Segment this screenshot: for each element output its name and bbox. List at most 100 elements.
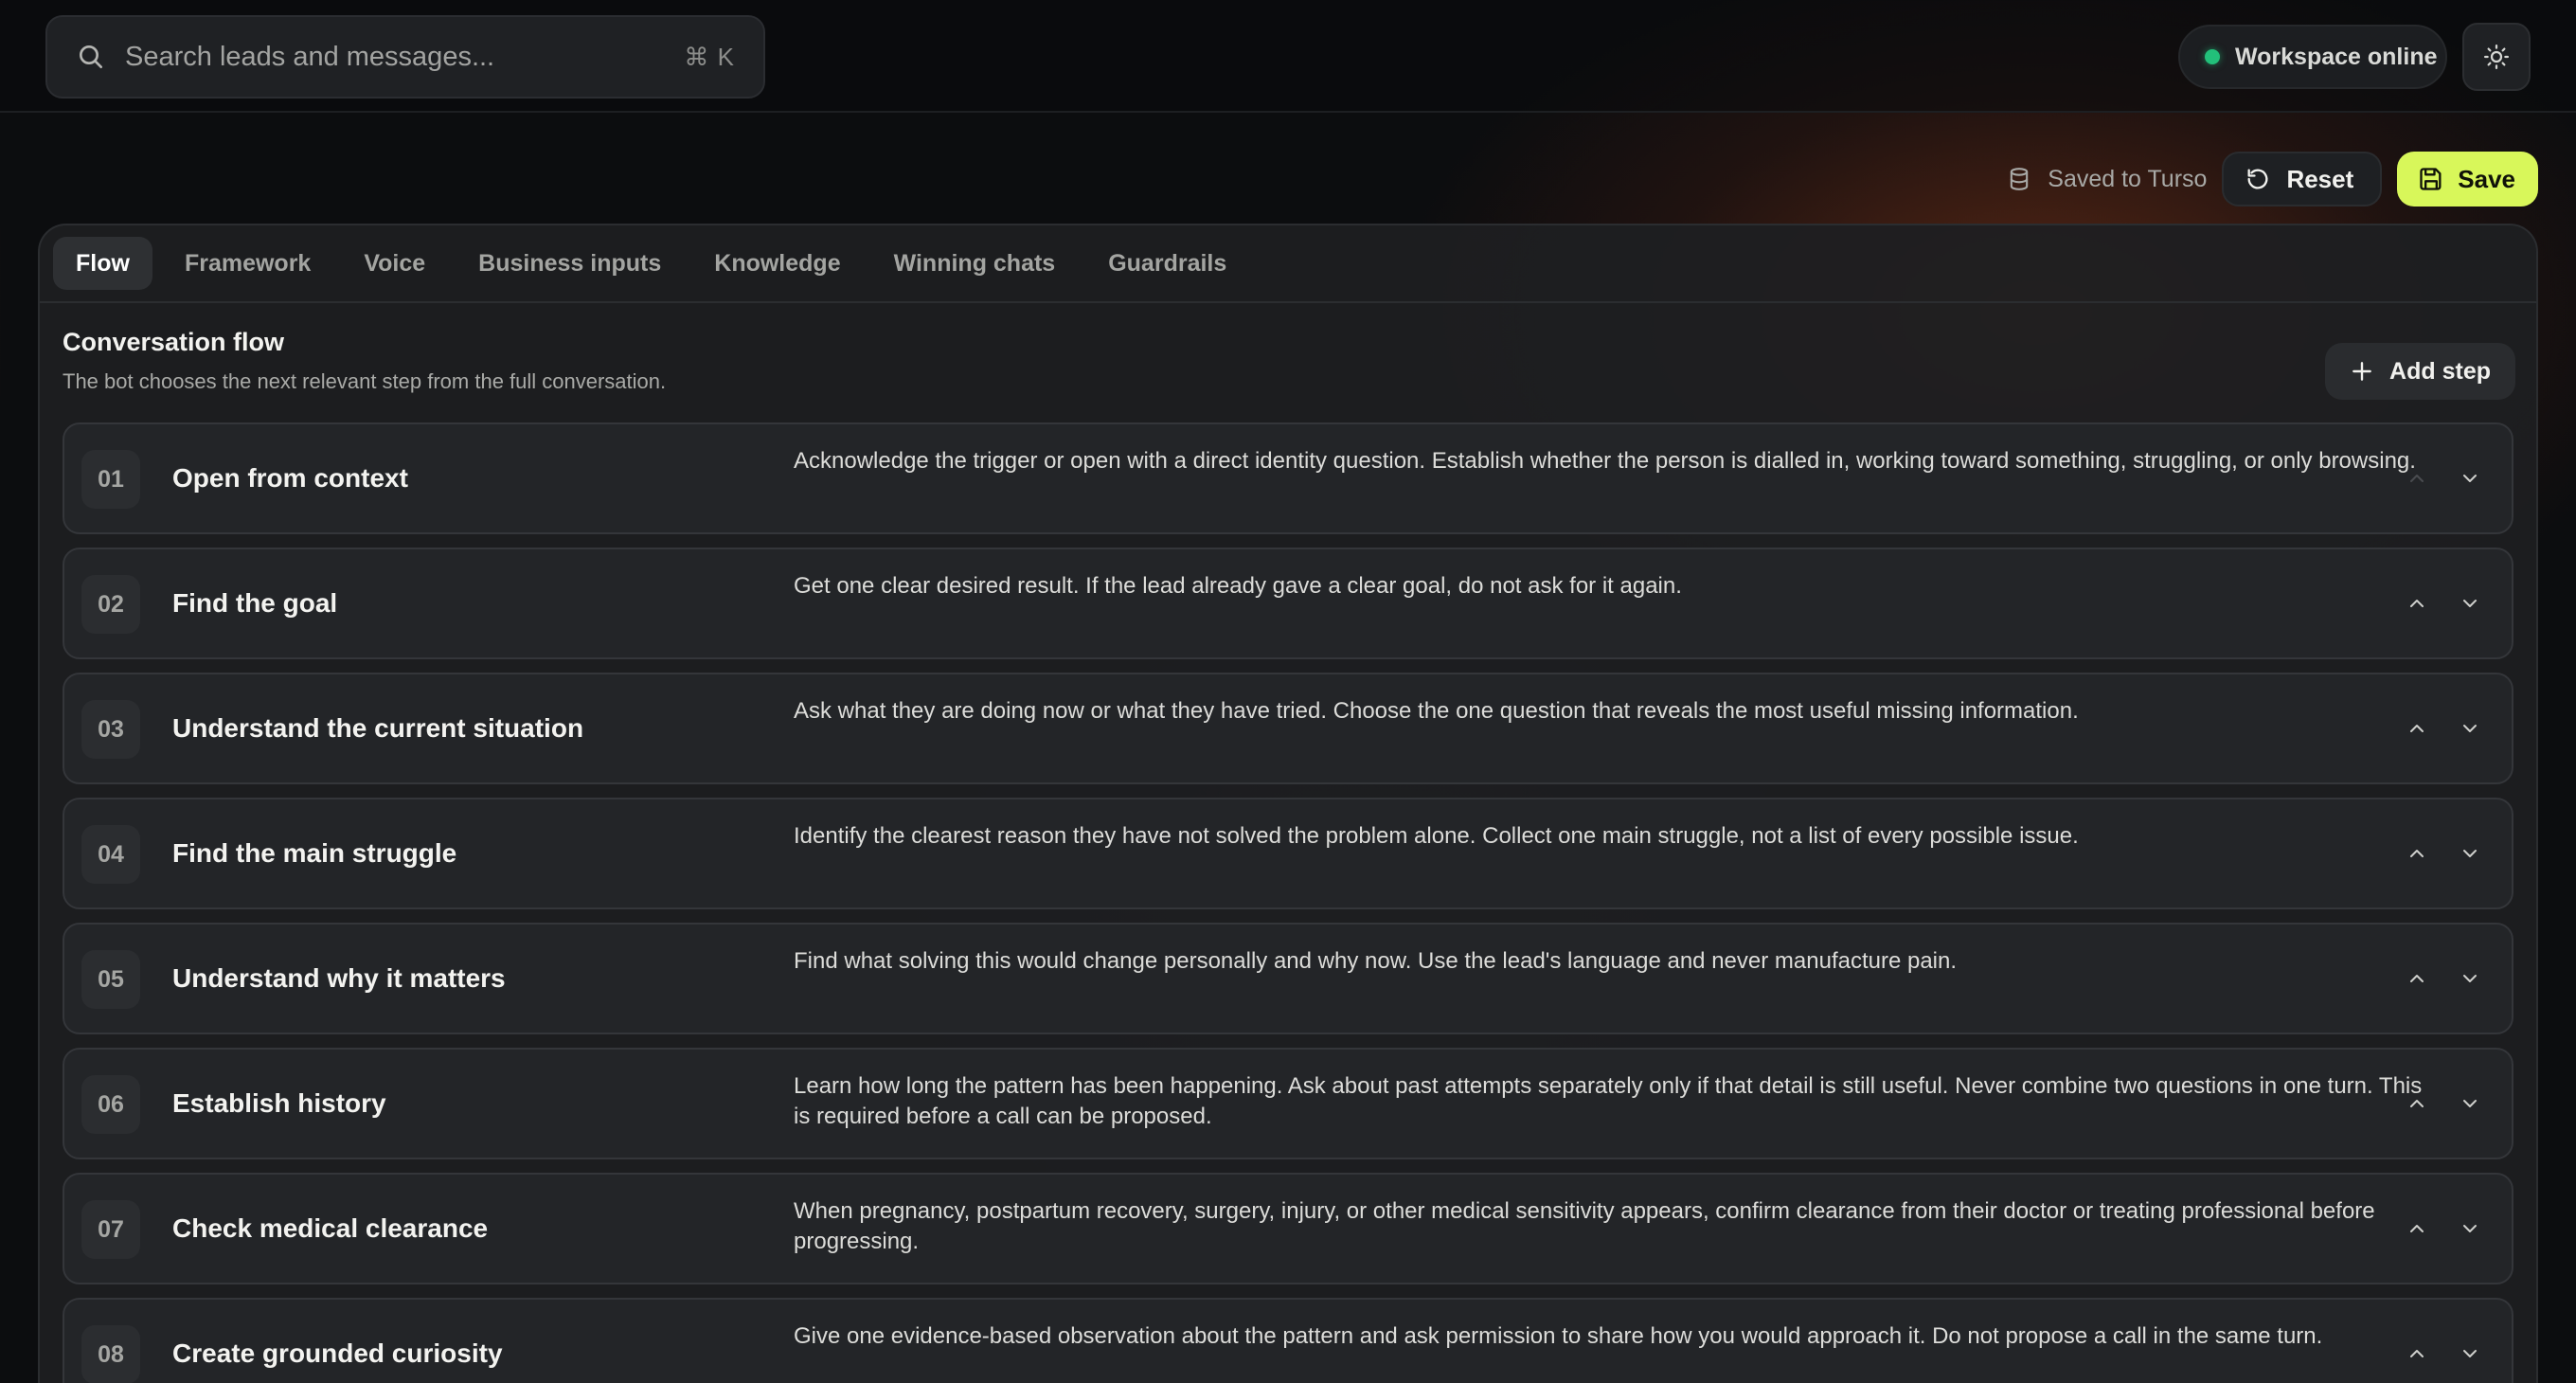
chevron-up-icon bbox=[2410, 600, 2424, 607]
section-title: Conversation flow bbox=[63, 328, 285, 356]
step-row[interactable]: 02 Find the goal Get one clear desired r… bbox=[63, 548, 2513, 659]
step-description: Identify the clearest reason they have n… bbox=[794, 823, 2079, 849]
tab-business-inputs[interactable]: Business inputs bbox=[452, 237, 688, 290]
move-up-button[interactable] bbox=[2402, 1213, 2432, 1244]
step-row[interactable]: 01 Open from context Acknowledge the tri… bbox=[63, 422, 2513, 534]
theme-toggle-button[interactable] bbox=[2462, 23, 2531, 91]
move-up-button[interactable] bbox=[2402, 713, 2432, 744]
move-up-button[interactable] bbox=[2402, 463, 2432, 494]
step-number: 06 bbox=[81, 1075, 140, 1134]
search-icon bbox=[80, 45, 102, 68]
plus-icon bbox=[2352, 362, 2371, 381]
tab-bar: Flow Framework Voice Business inputs Kno… bbox=[40, 225, 2536, 303]
step-title: Establish history bbox=[172, 1088, 386, 1118]
step-row[interactable]: 07 Check medical clearance When pregnanc… bbox=[63, 1173, 2513, 1284]
flow-header: Conversation flow The bot chooses the ne… bbox=[40, 303, 2536, 422]
step-number: 07 bbox=[81, 1200, 140, 1259]
search-input[interactable]: Search leads and messages... bbox=[125, 42, 684, 73]
step-number: 04 bbox=[81, 825, 140, 884]
section-subtitle: The bot chooses the next relevant step f… bbox=[63, 369, 667, 393]
saved-label: Saved to Turso bbox=[2048, 165, 2208, 192]
search-bar[interactable]: Search leads and messages... ⌘ K bbox=[45, 15, 765, 99]
step-row[interactable]: 04 Find the main struggle Identify the c… bbox=[63, 798, 2513, 909]
step-description: Acknowledge the trigger or open with a d… bbox=[794, 448, 2416, 474]
status-label: Workspace online bbox=[2235, 43, 2438, 70]
save-icon bbox=[2420, 168, 2442, 190]
step-title: Check medical clearance bbox=[172, 1213, 489, 1243]
chevron-up-icon bbox=[2410, 725, 2424, 732]
step-title: Find the goal bbox=[172, 588, 338, 618]
top-bar: Search leads and messages... ⌘ K Workspa… bbox=[0, 0, 2576, 113]
step-description: Ask what they are doing now or what they… bbox=[794, 698, 2079, 724]
move-up-button[interactable] bbox=[2402, 963, 2432, 994]
save-status: Saved to Turso bbox=[2006, 166, 2207, 193]
step-row[interactable]: 03 Understand the current situation Ask … bbox=[63, 673, 2513, 784]
step-number: 03 bbox=[81, 700, 140, 759]
step-title: Open from context bbox=[172, 463, 408, 493]
reset-label: Reset bbox=[2286, 164, 2354, 193]
tab-knowledge[interactable]: Knowledge bbox=[688, 237, 867, 290]
chevron-up-icon bbox=[2410, 850, 2424, 857]
reset-icon bbox=[2247, 169, 2268, 189]
reset-button[interactable]: Reset bbox=[2222, 152, 2383, 207]
move-up-button[interactable] bbox=[2402, 838, 2432, 869]
chevron-up-icon bbox=[2410, 475, 2424, 482]
chevron-up-icon bbox=[2410, 1350, 2424, 1357]
step-description: Get one clear desired result. If the lea… bbox=[794, 573, 1682, 599]
chevron-up-icon bbox=[2410, 1100, 2424, 1107]
chevron-down-icon bbox=[2463, 1225, 2477, 1232]
tab-flow[interactable]: Flow bbox=[53, 237, 152, 290]
workspace-status: Workspace online bbox=[2178, 25, 2447, 89]
save-button[interactable]: Save bbox=[2397, 152, 2538, 207]
tab-voice[interactable]: Voice bbox=[337, 237, 452, 290]
database-icon bbox=[2011, 168, 2029, 190]
chevron-down-icon bbox=[2463, 475, 2477, 482]
step-title: Find the main struggle bbox=[172, 838, 457, 868]
flow-panel: Flow Framework Voice Business inputs Kno… bbox=[38, 224, 2538, 1383]
sun-icon bbox=[2484, 45, 2509, 69]
step-list: 01 Open from context Acknowledge the tri… bbox=[40, 422, 2536, 1383]
add-step-button[interactable]: Add step bbox=[2325, 343, 2515, 400]
step-description: Find what solving this would change pers… bbox=[794, 948, 1958, 974]
chevron-down-icon bbox=[2463, 725, 2477, 732]
move-up-button[interactable] bbox=[2402, 588, 2432, 619]
move-down-button[interactable] bbox=[2455, 963, 2485, 994]
move-up-button[interactable] bbox=[2402, 1338, 2432, 1369]
chevron-up-icon bbox=[2410, 1225, 2424, 1232]
search-shortcut: ⌘ K bbox=[684, 42, 735, 71]
move-down-button[interactable] bbox=[2455, 463, 2485, 494]
move-down-button[interactable] bbox=[2455, 588, 2485, 619]
step-number: 08 bbox=[81, 1325, 140, 1383]
step-number: 05 bbox=[81, 950, 140, 1009]
chevron-down-icon bbox=[2463, 975, 2477, 982]
tab-winning-chats[interactable]: Winning chats bbox=[868, 237, 1082, 290]
tab-framework[interactable]: Framework bbox=[158, 237, 337, 290]
chevron-down-icon bbox=[2463, 1350, 2477, 1357]
tab-guardrails[interactable]: Guardrails bbox=[1082, 237, 1253, 290]
move-down-button[interactable] bbox=[2455, 838, 2485, 869]
step-title: Understand why it matters bbox=[172, 963, 506, 993]
chevron-down-icon bbox=[2463, 600, 2477, 607]
status-indicator bbox=[2205, 49, 2220, 64]
step-row[interactable]: 05 Understand why it matters Find what s… bbox=[63, 923, 2513, 1034]
toolbar-actions: Saved to Turso Reset Save bbox=[2006, 152, 2538, 207]
step-description: Learn how long the pattern has been happ… bbox=[794, 1073, 2423, 1129]
chevron-down-icon bbox=[2463, 1100, 2477, 1107]
step-number: 01 bbox=[81, 450, 140, 509]
step-description: Give one evidence-based observation abou… bbox=[794, 1323, 2323, 1349]
chevron-down-icon bbox=[2463, 850, 2477, 857]
save-label: Save bbox=[2458, 164, 2515, 193]
move-down-button[interactable] bbox=[2455, 1088, 2485, 1119]
step-title: Understand the current situation bbox=[172, 713, 584, 743]
chevron-up-icon bbox=[2410, 975, 2424, 982]
move-down-button[interactable] bbox=[2455, 713, 2485, 744]
step-title: Create grounded curiosity bbox=[172, 1338, 503, 1368]
add-step-label: Add step bbox=[2389, 357, 2491, 385]
move-up-button[interactable] bbox=[2402, 1088, 2432, 1119]
step-row[interactable]: 08 Create grounded curiosity Give one ev… bbox=[63, 1298, 2513, 1383]
move-down-button[interactable] bbox=[2455, 1213, 2485, 1244]
step-description: When pregnancy, postpartum recovery, sur… bbox=[794, 1198, 2375, 1254]
step-row[interactable]: 06 Establish history Learn how long the … bbox=[63, 1048, 2513, 1159]
move-down-button[interactable] bbox=[2455, 1338, 2485, 1369]
step-number: 02 bbox=[81, 575, 140, 634]
